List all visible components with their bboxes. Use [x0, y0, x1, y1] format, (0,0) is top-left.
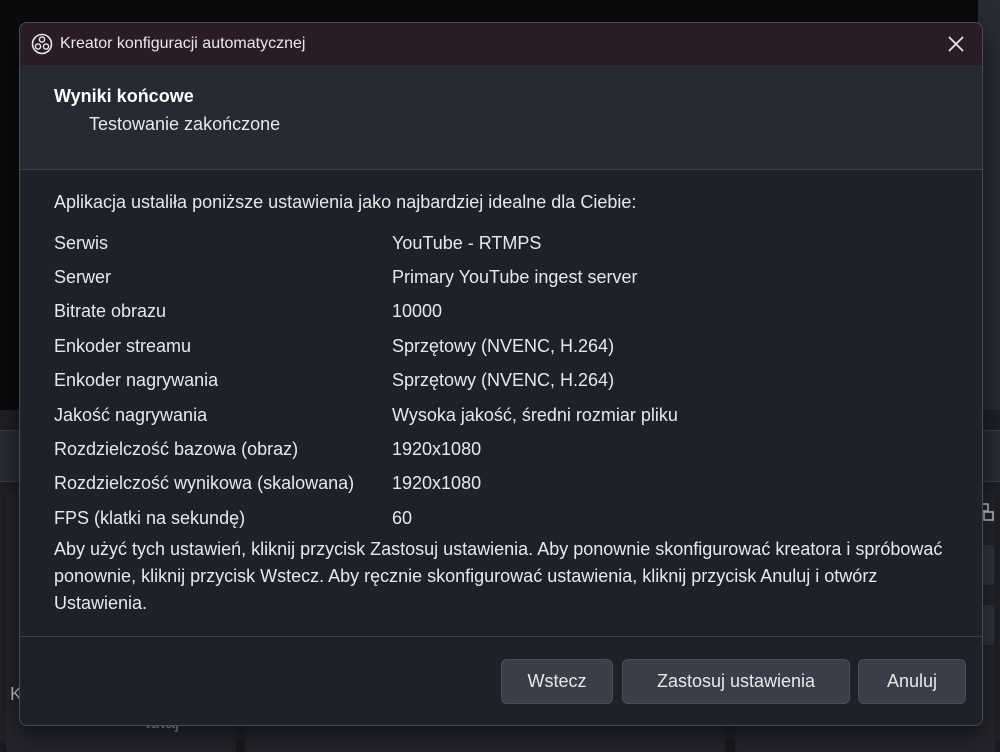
wizard-header: Wyniki końcowe Testowanie zakończone: [20, 65, 982, 169]
setting-label: Jakość nagrywania: [54, 404, 208, 425]
wizard-body: Aplikacja ustaliła poniższe ustawienia j…: [20, 170, 982, 636]
apply-settings-button[interactable]: Zastosuj ustawienia: [622, 659, 850, 704]
setting-label: Rozdzielczość bazowa (obraz): [54, 439, 299, 460]
setting-label: Rozdzielczość wynikowa (skalowana): [54, 473, 355, 494]
setting-value: 10000: [392, 301, 443, 322]
close-icon[interactable]: [944, 32, 968, 56]
page-title: Wyniki końcowe: [54, 86, 194, 106]
setting-value: 1920x1080: [392, 439, 482, 460]
settings-row: FPS (klatki na sekundę) 60: [54, 501, 934, 535]
auto-config-wizard-dialog: Kreator konfiguracji automatycznej Wynik…: [19, 22, 983, 726]
cancel-button[interactable]: Anuluj: [858, 659, 966, 704]
intro-text: Aplikacja ustaliła poniższe ustawienia j…: [54, 192, 637, 212]
setting-value: Primary YouTube ingest server: [392, 267, 638, 288]
settings-row: Serwis YouTube - RTMPS: [54, 226, 934, 260]
button-bar: Wstecz Zastosuj ustawienia Anuluj: [20, 637, 982, 725]
settings-row: Enkoder streamu Sprzętowy (NVENC, H.264): [54, 329, 934, 363]
settings-row: Rozdzielczość bazowa (obraz) 1920x1080: [54, 432, 934, 466]
setting-label: Serwer: [54, 267, 112, 288]
settings-row: Enkoder nagrywania Sprzętowy (NVENC, H.2…: [54, 364, 934, 398]
setting-label: Bitrate obrazu: [54, 301, 167, 322]
instructions-text: Aby użyć tych ustawień, kliknij przycisk…: [54, 539, 943, 613]
settings-row: Serwer Primary YouTube ingest server: [54, 260, 934, 294]
setting-value: Sprzętowy (NVENC, H.264): [392, 370, 615, 391]
dialog-title: Kreator konfiguracji automatycznej: [60, 35, 306, 52]
setting-label: FPS (klatki na sekundę): [54, 507, 246, 528]
setting-label: Enkoder streamu: [54, 335, 192, 356]
settings-row: Jakość nagrywania Wysoka jakość, średni …: [54, 398, 934, 432]
setting-value: 60: [392, 507, 413, 528]
settings-row: Bitrate obrazu 10000: [54, 295, 934, 329]
obs-logo-icon: [30, 32, 54, 56]
setting-value: Wysoka jakość, średni rozmiar pliku: [392, 404, 678, 425]
page-subtitle: Testowanie zakończone: [89, 114, 281, 134]
setting-label: Enkoder nagrywania: [54, 370, 219, 391]
dialog-titlebar[interactable]: Kreator konfiguracji automatycznej: [20, 23, 982, 65]
setting-label: Serwis: [54, 232, 109, 253]
settings-row: Rozdzielczość wynikowa (skalowana) 1920x…: [54, 467, 934, 501]
setting-value: 1920x1080: [392, 473, 482, 494]
setting-value: YouTube - RTMPS: [392, 232, 542, 253]
back-button[interactable]: Wstecz: [501, 659, 613, 704]
setting-value: Sprzętowy (NVENC, H.264): [392, 335, 615, 356]
settings-list: Serwis YouTube - RTMPS Serwer Primary Yo…: [54, 226, 934, 536]
